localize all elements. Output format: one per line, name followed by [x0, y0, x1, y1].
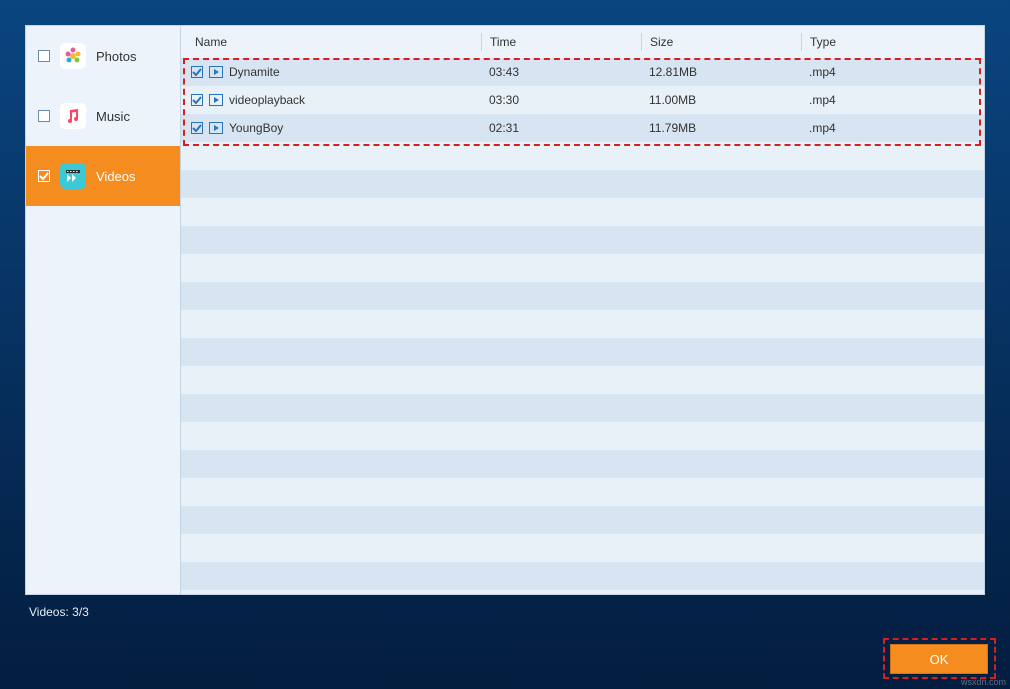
- checkbox-photos[interactable]: [38, 50, 50, 62]
- empty-row: [181, 562, 984, 590]
- row-checkbox[interactable]: [191, 94, 203, 106]
- main-panel: Photos Music: [25, 25, 985, 595]
- cell-name: Dynamite: [229, 65, 280, 79]
- checkbox-music[interactable]: [38, 110, 50, 122]
- empty-row: [181, 310, 984, 338]
- table-header: Name Time Size Type: [181, 26, 984, 58]
- sidebar-label: Music: [96, 109, 130, 124]
- empty-row: [181, 534, 984, 562]
- cell-name: YoungBoy: [229, 121, 283, 135]
- row-checkbox[interactable]: [191, 66, 203, 78]
- checkbox-videos[interactable]: [38, 170, 50, 182]
- header-time[interactable]: Time: [481, 33, 641, 51]
- empty-row: [181, 366, 984, 394]
- empty-row: [181, 422, 984, 450]
- table-row[interactable]: Dynamite 03:43 12.81MB .mp4: [181, 58, 984, 86]
- cell-time: 03:30: [481, 93, 641, 107]
- ok-button[interactable]: OK: [890, 644, 988, 674]
- row-checkbox[interactable]: [191, 122, 203, 134]
- empty-row: [181, 590, 984, 594]
- video-file-icon: [209, 94, 223, 106]
- table-row[interactable]: videoplayback 03:30 11.00MB .mp4: [181, 86, 984, 114]
- empty-row: [181, 170, 984, 198]
- cell-name: videoplayback: [229, 93, 305, 107]
- cell-size: 11.79MB: [641, 121, 801, 135]
- video-file-icon: [209, 122, 223, 134]
- empty-row: [181, 198, 984, 226]
- content-area: Name Time Size Type Dynamite 03:43 12.81…: [181, 26, 984, 594]
- header-name[interactable]: Name: [181, 33, 481, 51]
- sidebar-item-music[interactable]: Music: [26, 86, 180, 146]
- cell-size: 11.00MB: [641, 93, 801, 107]
- sidebar-item-photos[interactable]: Photos: [26, 26, 180, 86]
- cell-time: 03:43: [481, 65, 641, 79]
- status-bar: Videos: 3/3: [25, 595, 985, 619]
- empty-row: [181, 506, 984, 534]
- header-type[interactable]: Type: [801, 33, 984, 51]
- empty-row: [181, 450, 984, 478]
- sidebar: Photos Music: [26, 26, 181, 594]
- header-size[interactable]: Size: [641, 33, 801, 51]
- watermark: wsxdn.com: [961, 677, 1006, 687]
- cell-type: .mp4: [801, 121, 984, 135]
- sidebar-label: Videos: [96, 169, 136, 184]
- sidebar-label: Photos: [96, 49, 136, 64]
- table-row[interactable]: YoungBoy 02:31 11.79MB .mp4: [181, 114, 984, 142]
- music-icon: [60, 103, 86, 129]
- cell-type: .mp4: [801, 65, 984, 79]
- empty-row: [181, 254, 984, 282]
- photos-icon: [60, 43, 86, 69]
- videos-icon: [60, 163, 86, 189]
- cell-time: 02:31: [481, 121, 641, 135]
- empty-row: [181, 338, 984, 366]
- empty-row: [181, 282, 984, 310]
- empty-row: [181, 478, 984, 506]
- cell-size: 12.81MB: [641, 65, 801, 79]
- empty-row: [181, 394, 984, 422]
- table-body: Dynamite 03:43 12.81MB .mp4 videoplaybac…: [181, 58, 984, 594]
- empty-row: [181, 226, 984, 254]
- cell-type: .mp4: [801, 93, 984, 107]
- sidebar-item-videos[interactable]: Videos: [26, 146, 180, 206]
- video-file-icon: [209, 66, 223, 78]
- empty-row: [181, 142, 984, 170]
